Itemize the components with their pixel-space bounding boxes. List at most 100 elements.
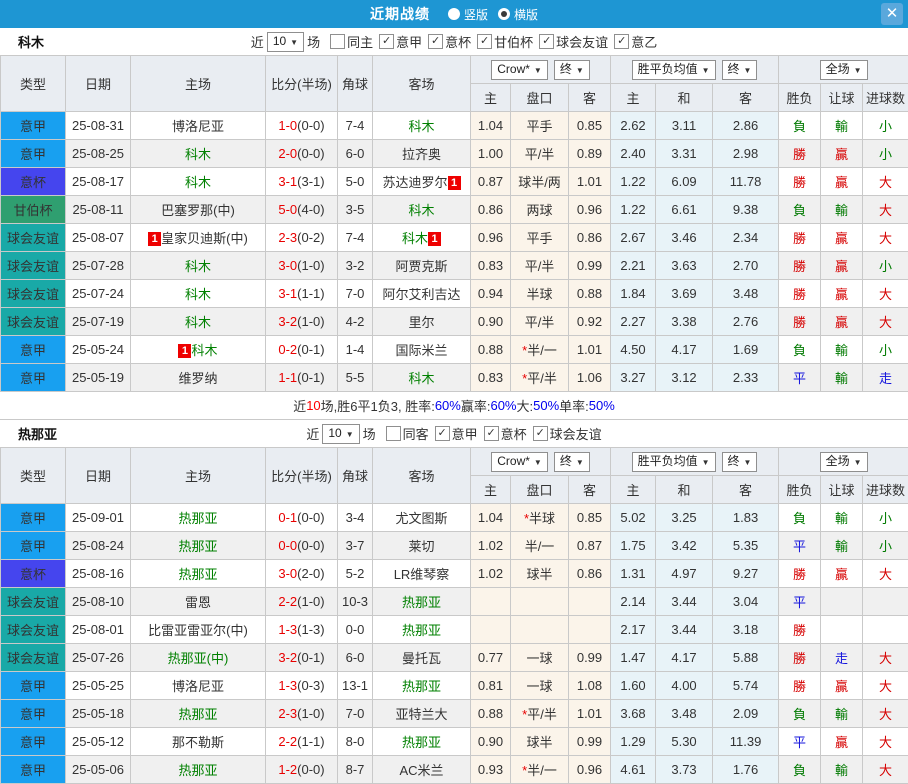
- corner-cell: 13-1: [338, 672, 373, 700]
- handicap-value: 两球: [526, 203, 552, 218]
- score-cell: 3-1(1-1): [266, 280, 338, 308]
- goals-result-cell: 大: [863, 224, 908, 252]
- summary-part: 50%: [589, 398, 615, 413]
- handicap-result-cell: 贏: [821, 168, 863, 196]
- goals-result-cell: 大: [863, 168, 908, 196]
- goals-result-value: 大: [879, 707, 892, 722]
- radio-horizontal-label[interactable]: 横版: [514, 6, 538, 23]
- home-team-name: 科木: [191, 343, 217, 358]
- result-cell: 平: [779, 364, 821, 392]
- radio-vertical-label[interactable]: 竖版: [464, 6, 488, 23]
- scope-select[interactable]: 全场▼: [820, 60, 868, 80]
- result-cell: 勝: [779, 308, 821, 336]
- league-checkbox-意杯[interactable]: ✓: [428, 34, 443, 49]
- avg-home-cell: 4.50: [611, 336, 656, 364]
- avg-away-cell: 3.48: [713, 280, 779, 308]
- result-value: 平: [793, 371, 806, 386]
- near-label: 近: [251, 32, 264, 51]
- away-team-name: 莱切: [408, 539, 434, 554]
- league-checkbox-意乙[interactable]: ✓: [614, 34, 629, 49]
- halftime-score: (0-0): [297, 118, 324, 133]
- date-cell: 25-05-19: [66, 364, 131, 392]
- sub-header-5: 客: [713, 84, 779, 112]
- avg-away-cell: 5.88: [713, 644, 779, 672]
- radio-vertical[interactable]: [448, 8, 460, 20]
- bookmaker-select[interactable]: Crow*▼: [491, 60, 548, 80]
- odds-away-cell: [569, 616, 611, 644]
- section-team-name: 科木: [18, 32, 44, 51]
- handicap-result-cell: [821, 588, 863, 616]
- league-checkbox-甘伯杯[interactable]: ✓: [477, 34, 492, 49]
- sub-header-7: 让球: [821, 84, 863, 112]
- bookmaker-select[interactable]: Crow*▼: [491, 452, 548, 472]
- avg-away-cell: 1.69: [713, 336, 779, 364]
- odds-home-cell: 0.86: [471, 196, 511, 224]
- corner-cell: 0-0: [338, 616, 373, 644]
- avg-home-cell: 1.22: [611, 168, 656, 196]
- avg-odds-select[interactable]: 胜平负均值▼: [632, 60, 716, 80]
- result-value: 勝: [793, 623, 806, 638]
- goals-result-value: 大: [879, 651, 892, 666]
- score-cell: 0-0(0-0): [266, 532, 338, 560]
- same-venue-label: 同客: [403, 424, 429, 443]
- league-checkbox-球会友谊[interactable]: ✓: [533, 426, 548, 441]
- handicap-result-cell: 輸: [821, 112, 863, 140]
- avg-odds-select[interactable]: 胜平负均值▼: [632, 452, 716, 472]
- games-count-select[interactable]: 10▼: [267, 32, 304, 52]
- avg-away-cell: 9.27: [713, 560, 779, 588]
- league-checkbox-意甲[interactable]: ✓: [379, 34, 394, 49]
- league-checkbox-意杯[interactable]: ✓: [484, 426, 499, 441]
- same-venue-checkbox[interactable]: [386, 426, 401, 441]
- scope-select[interactable]: 全场▼: [820, 452, 868, 472]
- league-checkbox-意甲[interactable]: ✓: [435, 426, 450, 441]
- score-cell: 2-3(0-2): [266, 224, 338, 252]
- summary-bar: 近10场,胜6平1负3, 胜率:60% 赢率:60% 大:50% 单率:50%: [0, 392, 908, 420]
- radio-horizontal[interactable]: [498, 8, 510, 20]
- handicap-value: 半球: [529, 511, 555, 526]
- home-team-name: 科木: [185, 287, 211, 302]
- odds-home-cell: 1.02: [471, 560, 511, 588]
- fulltime-score: 3-0: [278, 566, 297, 581]
- result-value: 勝: [793, 259, 806, 274]
- handicap-result-value: 輸: [835, 539, 848, 554]
- sub-header-1: 盘口: [511, 84, 569, 112]
- handicap-value: 球半/两: [518, 175, 561, 190]
- goals-result-cell: 大: [863, 196, 908, 224]
- avg-draw-cell: 4.00: [656, 672, 713, 700]
- goals-result-cell: 大: [863, 728, 908, 756]
- odds-away-cell: 0.96: [569, 196, 611, 224]
- games-count-select[interactable]: 10▼: [322, 424, 359, 444]
- halftime-score: (0-0): [297, 510, 324, 525]
- corner-cell: 3-2: [338, 252, 373, 280]
- corner-cell: 6-0: [338, 140, 373, 168]
- odds-home-cell: 0.83: [471, 364, 511, 392]
- fulltime-score: 0-0: [278, 538, 297, 553]
- sub-header-5: 客: [713, 476, 779, 504]
- final-avg-select-value: 终: [728, 62, 740, 76]
- handicap-cell: *平/半: [511, 364, 569, 392]
- odds-away-cell: 0.99: [569, 728, 611, 756]
- halftime-score: (4-0): [297, 202, 324, 217]
- avg-home-cell: 1.31: [611, 560, 656, 588]
- tables-container: 科木近10▼场同主✓意甲✓意杯✓甘伯杯✓球会友谊✓意乙类型日期主场比分(半场)角…: [0, 28, 908, 784]
- final-odds-select[interactable]: 终▼: [554, 452, 590, 472]
- avg-away-cell: 11.39: [713, 728, 779, 756]
- goals-result-value: 大: [879, 175, 892, 190]
- result-value: 勝: [793, 231, 806, 246]
- chevron-down-icon: ▼: [702, 66, 710, 75]
- same-venue-checkbox[interactable]: [330, 34, 345, 49]
- odds-away-cell: 0.89: [569, 140, 611, 168]
- away-team-name: 热那亚: [402, 679, 441, 694]
- close-button[interactable]: ✕: [881, 3, 903, 25]
- final-avg-select[interactable]: 终▼: [722, 452, 758, 472]
- away-team-name: 热那亚: [402, 595, 441, 610]
- date-cell: 25-08-25: [66, 140, 131, 168]
- final-odds-select[interactable]: 终▼: [554, 60, 590, 80]
- final-avg-select[interactable]: 终▼: [722, 60, 758, 80]
- corner-cell: 4-2: [338, 308, 373, 336]
- league-checkbox-球会友谊[interactable]: ✓: [539, 34, 554, 49]
- column-header-5: 客场: [373, 56, 471, 112]
- odds-home-cell: 0.90: [471, 308, 511, 336]
- halftime-score: (0-3): [297, 678, 324, 693]
- away-team-cell: 科木: [373, 364, 471, 392]
